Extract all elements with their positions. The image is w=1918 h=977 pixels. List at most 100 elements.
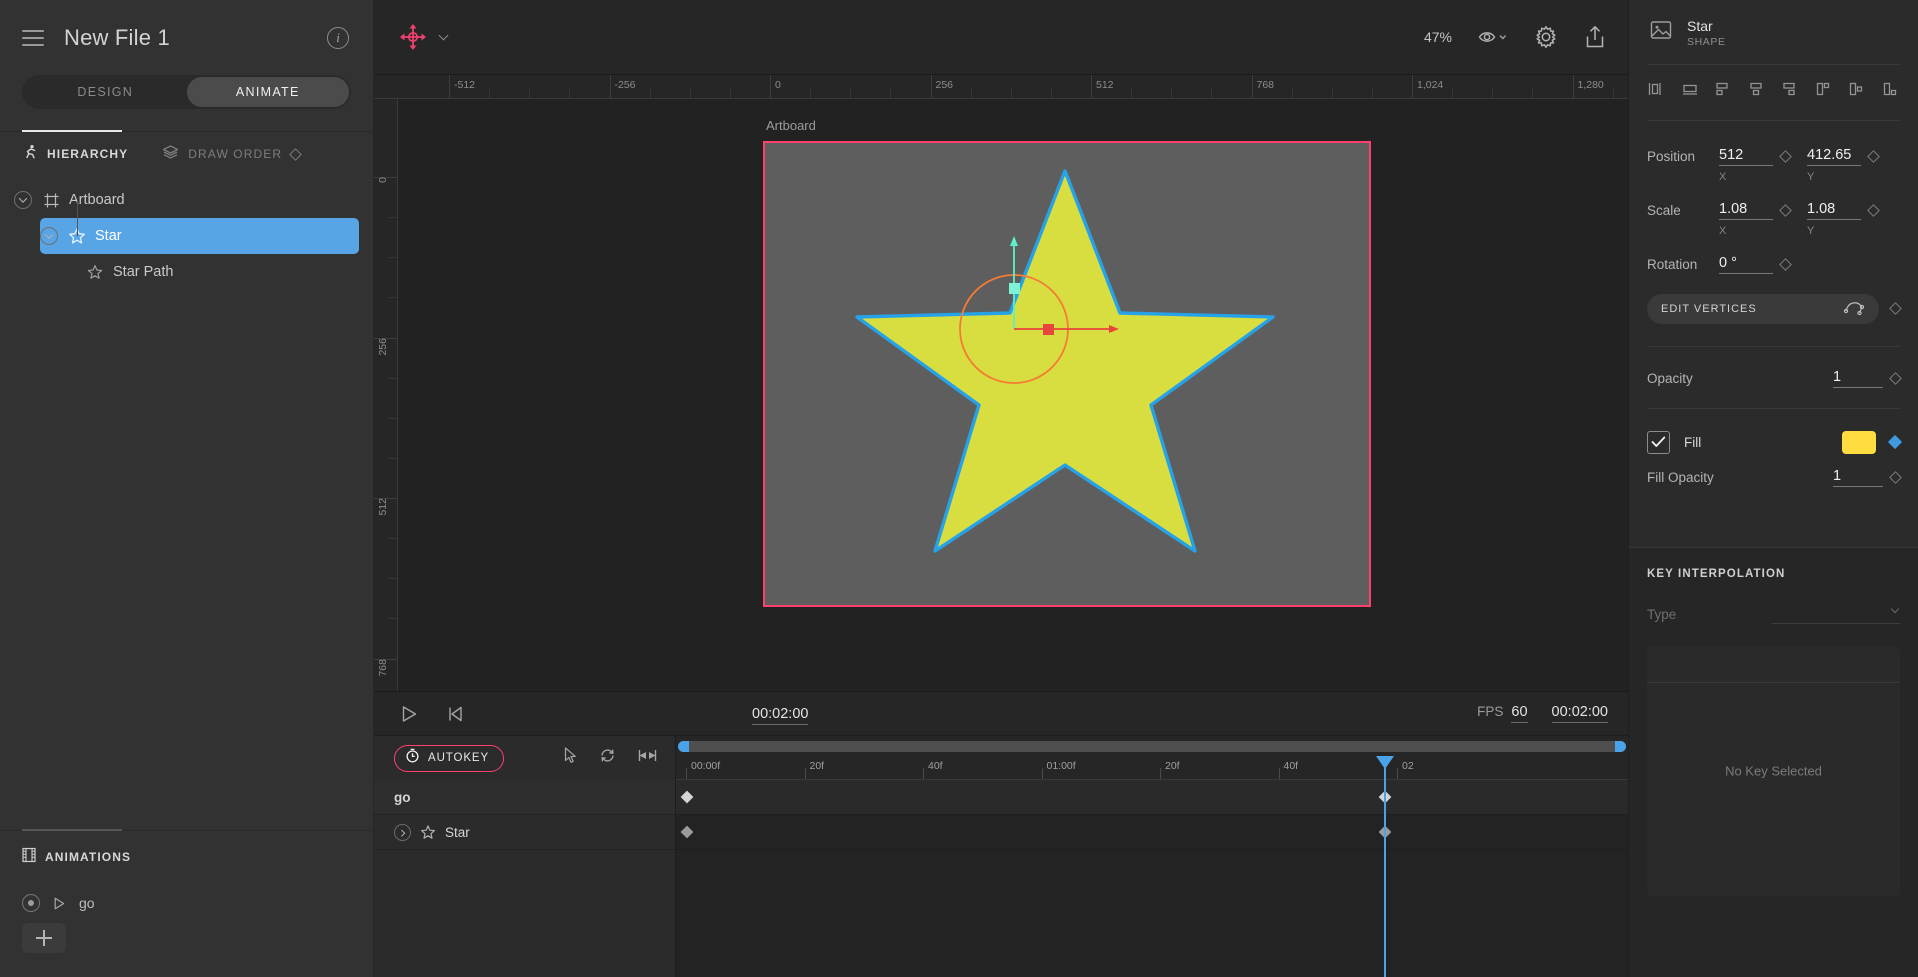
move-tool-icon[interactable] [396, 20, 430, 54]
duration-value[interactable]: 00:02:00 [1552, 704, 1608, 723]
record-icon[interactable] [22, 894, 40, 912]
hierarchy-tree: Artboard Star Star Path [0, 176, 373, 290]
tree-item-star-path[interactable]: Star Path [76, 254, 359, 290]
hamburger-icon[interactable] [22, 30, 44, 46]
animation-item-go[interactable]: go [0, 883, 373, 923]
range-icon[interactable] [638, 748, 657, 768]
autokey-button[interactable]: AUTOKEY [394, 745, 504, 772]
current-time-field[interactable]: 00:02:00 [752, 705, 808, 723]
timeline-ruler[interactable]: 00:00f20f40f01:00f20f40f02 [676, 756, 1628, 780]
track-name: Star [445, 825, 470, 840]
stopwatch-icon [405, 748, 420, 768]
ruler-tick-minor [1292, 89, 1293, 98]
distribute-left-icon[interactable] [1815, 81, 1833, 102]
draw-order-tab-label[interactable]: DRAW ORDER [188, 147, 282, 161]
axis-label: X [1719, 225, 1797, 237]
scrollbar-thumb[interactable] [678, 741, 1626, 752]
play-icon[interactable] [394, 699, 424, 729]
tab-animate[interactable]: ANIMATE [187, 77, 350, 107]
chevron-down-icon[interactable] [40, 227, 58, 245]
transform-gizmo[interactable] [765, 143, 1369, 605]
image-node-icon [1649, 18, 1673, 47]
keyframe-row-star[interactable] [676, 815, 1628, 850]
mode-tabs: DESIGN ANIMATE [22, 75, 351, 109]
artboard[interactable] [763, 141, 1371, 607]
ruler-label: -512 [449, 79, 475, 91]
add-animation-button[interactable] [22, 923, 66, 953]
align-left-icon[interactable] [1647, 81, 1665, 102]
zoom-level[interactable]: 47% [1424, 29, 1452, 45]
edit-vertices-button[interactable]: EDIT VERTICES [1647, 294, 1879, 324]
align-bottom-icon[interactable] [1781, 81, 1799, 102]
ruler-tick-minor [690, 89, 691, 98]
track-row-go[interactable]: go [374, 780, 675, 815]
keyframe-toggle-icon[interactable] [1779, 150, 1792, 163]
tree-item-artboard[interactable]: Artboard [14, 182, 359, 218]
keyframe-toggle-icon[interactable] [1889, 302, 1902, 315]
playhead[interactable] [1384, 756, 1386, 977]
timeline-ruler-label: 20f [805, 760, 825, 772]
interpolation-type-select[interactable] [1772, 604, 1900, 624]
align-top-icon[interactable] [1714, 81, 1732, 102]
keyframe-toggle-icon[interactable] [1889, 471, 1902, 484]
loop-icon[interactable] [599, 747, 616, 769]
cursor-icon[interactable] [564, 747, 577, 769]
settings-icon[interactable] [1534, 25, 1558, 49]
play-icon[interactable] [54, 897, 65, 910]
keyframe-toggle-icon[interactable] [1889, 372, 1902, 385]
skip-to-start-icon[interactable] [440, 699, 470, 729]
info-icon[interactable]: i [327, 27, 349, 49]
timeline-tracks-area[interactable]: 00:00f20f40f01:00f20f40f02 [676, 736, 1628, 977]
distribute-right-icon[interactable] [1882, 81, 1900, 102]
rotate-handle-circle [960, 275, 1068, 383]
selected-object-type: SHAPE [1687, 36, 1726, 48]
keyframe-toggle-icon[interactable] [1779, 204, 1792, 217]
canvas-viewport[interactable]: Artboard [398, 99, 1628, 691]
distribute-center-icon[interactable] [1848, 81, 1866, 102]
property-label: Rotation [1647, 255, 1719, 272]
tab-design[interactable]: DESIGN [24, 77, 187, 107]
fps-field[interactable]: FPS 60 [1477, 704, 1527, 723]
keyframe[interactable] [681, 826, 694, 839]
align-middle-icon[interactable] [1748, 81, 1766, 102]
opacity-field[interactable]: 1 [1833, 369, 1900, 388]
fill-opacity-field[interactable]: 1 [1833, 468, 1900, 487]
keyframe-row-go[interactable] [676, 780, 1628, 815]
timeline-zoom-scrollbar[interactable] [676, 736, 1628, 756]
left-panel-header: New File 1 i [0, 0, 373, 75]
keyframe-toggle-icon[interactable] [1888, 435, 1902, 449]
export-icon[interactable] [1584, 25, 1606, 49]
keyframe-toggle-icon[interactable] [1867, 150, 1880, 163]
ruler-tick-minor [850, 89, 851, 98]
inspector-panel: Star SHAPE [1628, 0, 1918, 977]
position-y-field[interactable]: 412.65 Y [1807, 147, 1885, 183]
ruler-tick-minor [529, 89, 530, 98]
fill-label: Fill [1684, 435, 1701, 450]
scale-x-field[interactable]: 1.08 X [1719, 201, 1797, 237]
fill-color-swatch[interactable] [1842, 431, 1876, 454]
chevron-right-icon[interactable] [394, 824, 411, 841]
chevron-down-icon[interactable] [439, 30, 449, 40]
align-center-h-icon[interactable] [1681, 81, 1699, 102]
star-shape[interactable] [765, 143, 1369, 605]
canvas-ruler-vertical[interactable]: 0256512768 [374, 99, 398, 691]
rotation-field[interactable]: 0 ° [1719, 255, 1797, 274]
ruler-tick-minor [388, 378, 397, 379]
keyframe-toggle-icon[interactable] [1779, 258, 1792, 271]
tree-item-label: Star Path [113, 264, 173, 280]
hierarchy-tab-label[interactable]: HIERARCHY [47, 147, 128, 161]
keyframe-toggle-icon[interactable] [1867, 204, 1880, 217]
canvas-ruler-horizontal[interactable]: -512-25602565127681,0241,280 [374, 75, 1628, 99]
visibility-icon[interactable] [1478, 28, 1508, 46]
position-x-field[interactable]: 512 X [1719, 147, 1797, 183]
scale-y-field[interactable]: 1.08 Y [1807, 201, 1885, 237]
track-row-star[interactable]: Star [374, 815, 675, 850]
fill-checkbox[interactable] [1647, 431, 1670, 454]
chevron-down-icon[interactable] [14, 191, 32, 209]
timeline-track-names: AUTOKEY [374, 736, 676, 977]
keyframe[interactable] [681, 791, 694, 804]
tree-item-star[interactable]: Star [40, 218, 359, 254]
edit-vertices-label: EDIT VERTICES [1661, 303, 1757, 315]
property-opacity: Opacity 1 [1629, 369, 1918, 388]
ruler-tick-minor [1332, 89, 1333, 98]
